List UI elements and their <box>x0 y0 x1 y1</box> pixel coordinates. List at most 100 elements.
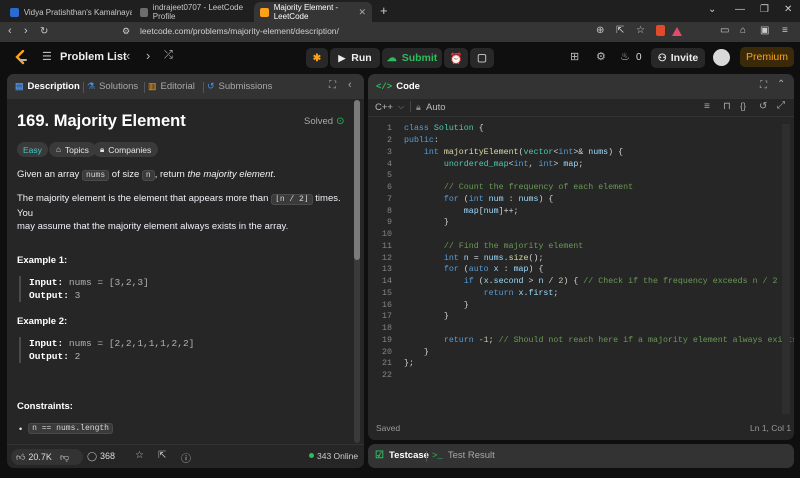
code-line[interactable]: 5 <box>368 170 392 182</box>
code-line[interactable]: 8 map[num]++; <box>368 205 519 217</box>
url-text[interactable]: leetcode.com/problems/majority-element/d… <box>140 26 339 36</box>
code-line[interactable]: 20 } <box>368 346 429 358</box>
code-line[interactable]: 9 } <box>368 217 449 229</box>
maximize-icon[interactable]: ⛶ <box>760 80 767 91</box>
companies-tag[interactable]: 🔒︎ Companies <box>93 142 159 157</box>
rewards-icon[interactable] <box>672 27 682 36</box>
close-window-button[interactable]: ✕ <box>784 4 792 15</box>
save-status: Saved <box>376 423 401 433</box>
code-line[interactable]: 10 <box>368 229 392 241</box>
code-line[interactable]: 13 for (auto x : map) { <box>368 264 543 276</box>
run-button[interactable]: ▶ Run <box>330 48 380 68</box>
braces-icon[interactable]: {} <box>740 101 746 111</box>
settings-icon[interactable]: ⚙ <box>596 50 606 63</box>
tab-solutions[interactable]: ⚗ Solutions <box>87 81 138 92</box>
browser-tab[interactable]: Vidya Pratishthan's Kamalnayan Bajaj <box>4 2 132 22</box>
code-editor[interactable]: 1 class Solution {2 public: 3 int majorityE… <box>368 123 794 383</box>
layout-icon[interactable]: ⊞ <box>570 50 579 63</box>
code-line[interactable]: 18 <box>368 323 392 335</box>
code-line[interactable]: 12 int n = nums.size(); <box>368 252 543 264</box>
premium-button[interactable]: Premium <box>740 47 794 67</box>
description-scrollbar[interactable] <box>354 100 360 443</box>
wallet-icon[interactable]: ▣ <box>760 25 769 36</box>
format-icon[interactable]: ≡ <box>704 101 710 112</box>
tab-search-icon[interactable]: ⌄ <box>708 4 716 15</box>
next-problem-icon[interactable]: › <box>146 48 150 63</box>
collapse-icon[interactable]: ‹ <box>348 79 352 91</box>
star-icon[interactable]: ☆ <box>636 25 645 36</box>
leetcode-logo-icon[interactable] <box>14 50 28 66</box>
notes-button[interactable]: ▢ <box>470 48 494 68</box>
topics-tag[interactable]: ⌂ Topics <box>49 142 96 157</box>
scrollbar-thumb[interactable] <box>354 100 360 260</box>
shuffle-icon[interactable]: ⤮ <box>164 49 173 62</box>
tab-test-result[interactable]: >_ Test Result <box>432 450 495 461</box>
maximize-icon[interactable]: ⛶ <box>329 80 336 91</box>
code-line[interactable]: 1 class Solution { <box>368 123 484 135</box>
code-line[interactable]: 14 if (x.second > n / 2) { // Check if t… <box>368 276 777 288</box>
reset-icon[interactable]: ↺ <box>759 101 767 112</box>
code-line[interactable]: 2 public: <box>368 135 439 147</box>
companies-label: Companies <box>108 144 152 155</box>
prev-problem-icon[interactable]: ‹ <box>126 48 130 63</box>
online-count: 343 Online <box>317 451 359 461</box>
bookmark-icon[interactable]: ⊓ <box>723 101 731 112</box>
forward-icon[interactable]: › <box>24 25 28 37</box>
difficulty-badge[interactable]: Easy <box>17 142 48 157</box>
code-line[interactable]: 15 return x.first; <box>368 288 558 300</box>
zoom-icon[interactable]: ⊕ <box>596 25 604 36</box>
line-number: 14 <box>382 277 392 287</box>
fullscreen-icon[interactable]: ⤢ <box>777 100 785 111</box>
thumbs-down-icon[interactable]: 👎︎ <box>60 452 69 463</box>
menu-icon[interactable]: ≡ <box>782 25 788 36</box>
code-line[interactable]: 19 return -1; // Should not reach here i… <box>368 335 794 347</box>
address-bar-row: ‹ › ↻ ⚙ ⊕ ⇱ ☆ ▭ ⌂ ▣ ≡ <box>0 22 800 42</box>
reload-icon[interactable]: ↻ <box>40 26 48 37</box>
code-line[interactable]: 4 unordered_map<int, int> map; <box>368 158 583 170</box>
minimize-button[interactable]: — <box>735 4 745 15</box>
tab-code[interactable]: </> Code <box>376 81 420 92</box>
tab-submissions[interactable]: ↺ Submissions <box>207 81 272 92</box>
brave-shield-icon[interactable] <box>656 25 665 36</box>
fire-icon[interactable]: ♨ <box>620 50 630 63</box>
code-line[interactable]: 16 } <box>368 299 469 311</box>
code-line[interactable]: 6 // Count the frequency of each element <box>368 182 633 194</box>
chevron-down-icon[interactable]: ⌵ <box>398 102 404 112</box>
thumbs-up-icon[interactable]: 👍︎ <box>16 452 25 463</box>
submit-button[interactable]: ☁ Submit <box>382 48 442 68</box>
tab-testcase[interactable]: ☑ Testcase <box>375 450 429 461</box>
problem-title[interactable]: 169. Majority Element <box>17 112 186 131</box>
share-icon[interactable]: ⇱ <box>158 450 166 461</box>
back-icon[interactable]: ‹ <box>8 25 12 37</box>
code-line[interactable]: 21}; <box>368 358 414 370</box>
editor-scrollbar[interactable] <box>782 124 790 414</box>
help-icon[interactable]: ⓘ <box>181 450 191 465</box>
favorite-star-icon[interactable]: ☆ <box>135 450 144 461</box>
collapse-icon[interactable]: ⌃ <box>777 79 785 90</box>
code-line[interactable]: 22 <box>368 370 392 382</box>
share-icon[interactable]: ⇱ <box>616 25 624 36</box>
browser-tab[interactable]: indrajeet0707 - LeetCode Profile <box>134 2 252 22</box>
debug-button[interactable]: ✱ <box>306 48 328 68</box>
code-line[interactable]: 11 // Find the majority element <box>368 241 583 253</box>
restore-button[interactable]: ❐ <box>760 4 769 15</box>
bookmark-icon[interactable]: ⌂ <box>740 25 746 36</box>
avatar[interactable] <box>713 49 730 66</box>
code-line[interactable]: 17 } <box>368 311 449 323</box>
browser-tab-active[interactable]: Majority Element - LeetCode ✕ <box>254 2 372 22</box>
close-tab-icon[interactable]: ✕ <box>358 7 366 18</box>
sidebar-icon[interactable]: ▭ <box>720 25 729 36</box>
tag-icon: ⌂ <box>56 145 61 154</box>
comment-icon[interactable]: ◯ <box>87 451 97 462</box>
auto-mode[interactable]: Auto <box>426 102 446 113</box>
invite-button[interactable]: ⚇ Invite <box>651 48 705 68</box>
timer-button[interactable]: ⏰ <box>444 48 468 68</box>
new-tab-button[interactable]: + <box>380 3 388 18</box>
code-line[interactable]: 3 int majorityElement(vector<int>& nums)… <box>368 147 623 159</box>
site-info-icon[interactable]: ⚙ <box>122 26 130 37</box>
tab-editorial[interactable]: ▥ Editorial <box>148 81 195 92</box>
code-line[interactable]: 7 for (int num : nums) { <box>368 194 553 206</box>
language-select[interactable]: C++ <box>375 102 393 113</box>
tab-description[interactable]: ▤ Description <box>15 81 80 92</box>
problem-list-link[interactable]: Problem List <box>60 51 127 63</box>
